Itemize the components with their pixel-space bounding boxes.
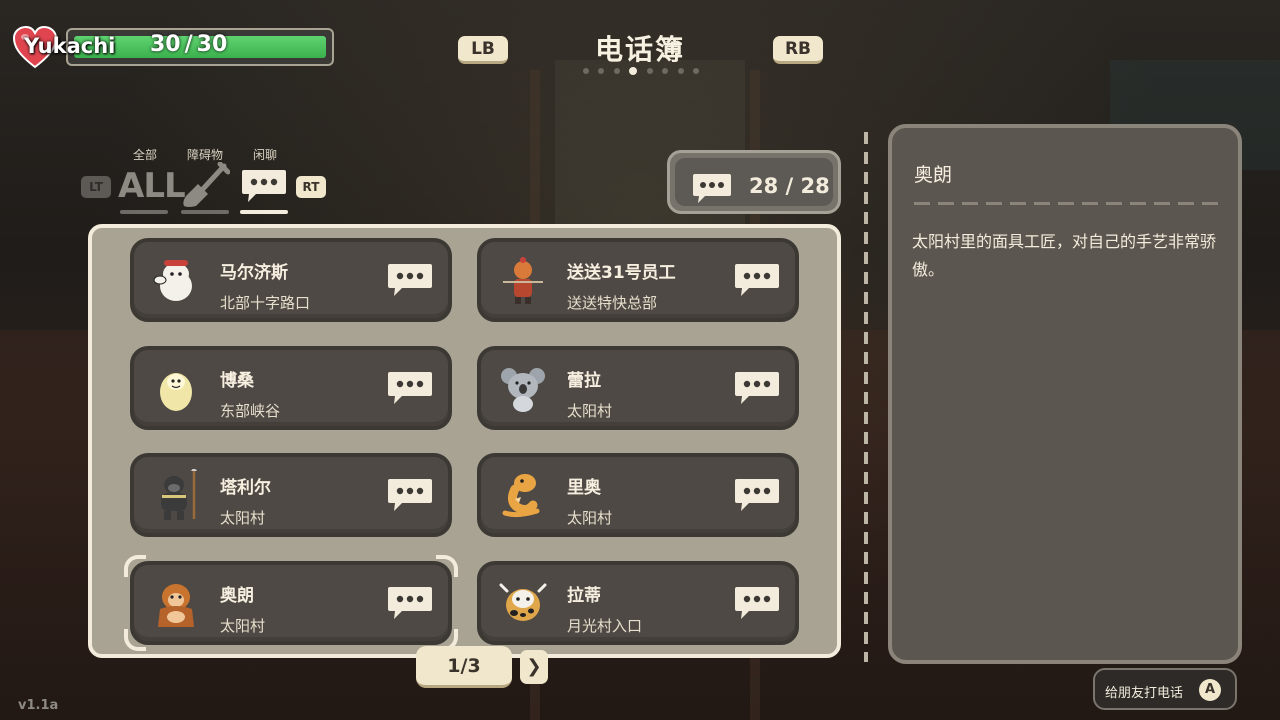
selection-corner bbox=[124, 555, 146, 577]
contact-location: 送送特快总部 bbox=[567, 294, 658, 312]
courier-avatar bbox=[503, 257, 543, 304]
chat-bubble-icon[interactable] bbox=[733, 477, 781, 513]
yeti-avatar bbox=[160, 373, 192, 411]
contact-name: 塔利尔 bbox=[220, 478, 271, 498]
lt-button[interactable]: LT bbox=[81, 176, 111, 198]
tab-chat-label: 闲聊 bbox=[252, 148, 277, 162]
page-dot bbox=[646, 68, 653, 74]
page-dot bbox=[677, 68, 684, 74]
contact-counter: 28 / 28 bbox=[667, 150, 841, 214]
chat-bubble-icon[interactable] bbox=[733, 585, 781, 621]
contact-card[interactable]: 奥朗 太阳村 bbox=[124, 555, 458, 651]
tab-chat-underline bbox=[240, 210, 288, 214]
tab-obstacles-underline bbox=[181, 210, 229, 214]
contact-location: 月光村入口 bbox=[567, 617, 643, 635]
chat-bubble-icon[interactable] bbox=[733, 262, 781, 298]
selection-corner bbox=[124, 629, 146, 651]
contact-location: 太阳村 bbox=[220, 509, 266, 527]
contact-counter-inner: 28 / 28 bbox=[675, 158, 833, 206]
hp-separator: / bbox=[184, 32, 193, 57]
next-page-button[interactable]: ❯ bbox=[520, 650, 548, 684]
contact-location: 太阳村 bbox=[567, 402, 613, 420]
chat-bubble-icon bbox=[693, 174, 731, 203]
tab-all-underline bbox=[120, 210, 168, 214]
player-name: Yukachi bbox=[24, 34, 116, 58]
contact-card[interactable]: 送送31号员工 送送特快总部 bbox=[477, 238, 799, 322]
rt-button[interactable]: RT bbox=[296, 176, 326, 198]
shovel-icon[interactable] bbox=[180, 162, 230, 212]
call-friend-button[interactable]: 给朋友打电话 A bbox=[1093, 668, 1237, 710]
lb-button[interactable]: LB bbox=[458, 36, 508, 64]
contact-name: 里奥 bbox=[567, 478, 601, 498]
contact-detail-panel: 奥朗 太阳村里的面具工匠，对自己的手艺非常骄傲。 bbox=[888, 124, 1242, 664]
lizard-avatar bbox=[502, 474, 540, 518]
contact-name: 送送31号员工 bbox=[567, 263, 676, 283]
a-button-icon: A bbox=[1199, 679, 1221, 701]
version-label: v1.1a bbox=[18, 698, 59, 713]
contact-card[interactable]: 马尔济斯北部十字路口 bbox=[130, 238, 452, 322]
chat-bubble-icon[interactable] bbox=[386, 477, 434, 513]
hp-text: 30/30 bbox=[148, 32, 229, 57]
page-dot bbox=[583, 68, 589, 74]
detail-separator bbox=[914, 202, 1220, 205]
contact-card[interactable]: 蕾拉 太阳村 bbox=[477, 346, 799, 430]
selection-corner bbox=[436, 555, 458, 577]
chat-bubble-icon[interactable] bbox=[733, 370, 781, 406]
contact-count: 28 / 28 bbox=[749, 174, 830, 198]
tab-all[interactable]: ALL bbox=[118, 166, 186, 212]
page-number: 1/3 bbox=[416, 646, 512, 688]
contact-name: 奥朗 bbox=[220, 586, 254, 606]
hp-current: 30 bbox=[150, 32, 181, 57]
call-friend-label: 给朋友打电话 bbox=[1105, 686, 1184, 701]
page-dot bbox=[613, 68, 620, 74]
chat-bubble-icon[interactable] bbox=[240, 168, 288, 204]
contact-card[interactable]: 拉蒂 月光村入口 bbox=[477, 561, 799, 645]
contact-location: 北部十字路口 bbox=[220, 294, 311, 312]
contact-location: 东部峡谷 bbox=[220, 402, 281, 420]
page-title: 电话簿 bbox=[594, 33, 685, 66]
orangutan-avatar bbox=[158, 584, 194, 627]
detail-name: 奥朗 bbox=[914, 164, 953, 186]
contact-name: 博桑 bbox=[220, 371, 254, 391]
page-indicator bbox=[583, 66, 699, 76]
contact-name: 蕾拉 bbox=[567, 371, 601, 391]
tab-obstacles-label: 障碍物 bbox=[186, 148, 223, 162]
contact-card[interactable]: 里奥 太阳村 bbox=[477, 453, 799, 537]
gorilla-spear-avatar bbox=[161, 469, 197, 520]
contact-card[interactable]: 博桑 东部峡谷 bbox=[130, 346, 452, 430]
page-dot bbox=[598, 68, 605, 74]
contacts-panel: 马尔济斯 北部十字路口 送送31号员工 送送特快总部 博桑 东部峡谷 蕾拉 太阳村 塔利尔 太阳村… bbox=[88, 224, 841, 658]
detail-description: 太阳村里的面具工匠，对自己的手艺非常骄傲。 bbox=[912, 232, 1217, 279]
hp-max: 30 bbox=[196, 32, 228, 57]
contact-location: 太阳村 bbox=[220, 617, 266, 635]
page-dot bbox=[629, 67, 638, 75]
contact-name: 马尔济斯 bbox=[220, 263, 288, 283]
contact-card[interactable]: 塔利尔 太阳村 bbox=[130, 453, 452, 537]
divider bbox=[864, 132, 868, 662]
chat-bubble-icon[interactable] bbox=[386, 585, 434, 621]
tab-all-label: 全部 bbox=[132, 148, 157, 162]
chat-bubble-icon[interactable] bbox=[386, 370, 434, 406]
cow-avatar bbox=[499, 583, 547, 621]
contact-location: 太阳村 bbox=[567, 509, 613, 527]
white-dog-avatar bbox=[153, 260, 192, 301]
rb-button[interactable]: RB bbox=[773, 36, 823, 64]
page-dot bbox=[662, 68, 669, 74]
koala-avatar bbox=[501, 368, 545, 412]
page-dot bbox=[692, 68, 699, 74]
contact-name: 拉蒂 bbox=[567, 586, 601, 606]
chat-bubble-icon[interactable] bbox=[386, 262, 434, 298]
